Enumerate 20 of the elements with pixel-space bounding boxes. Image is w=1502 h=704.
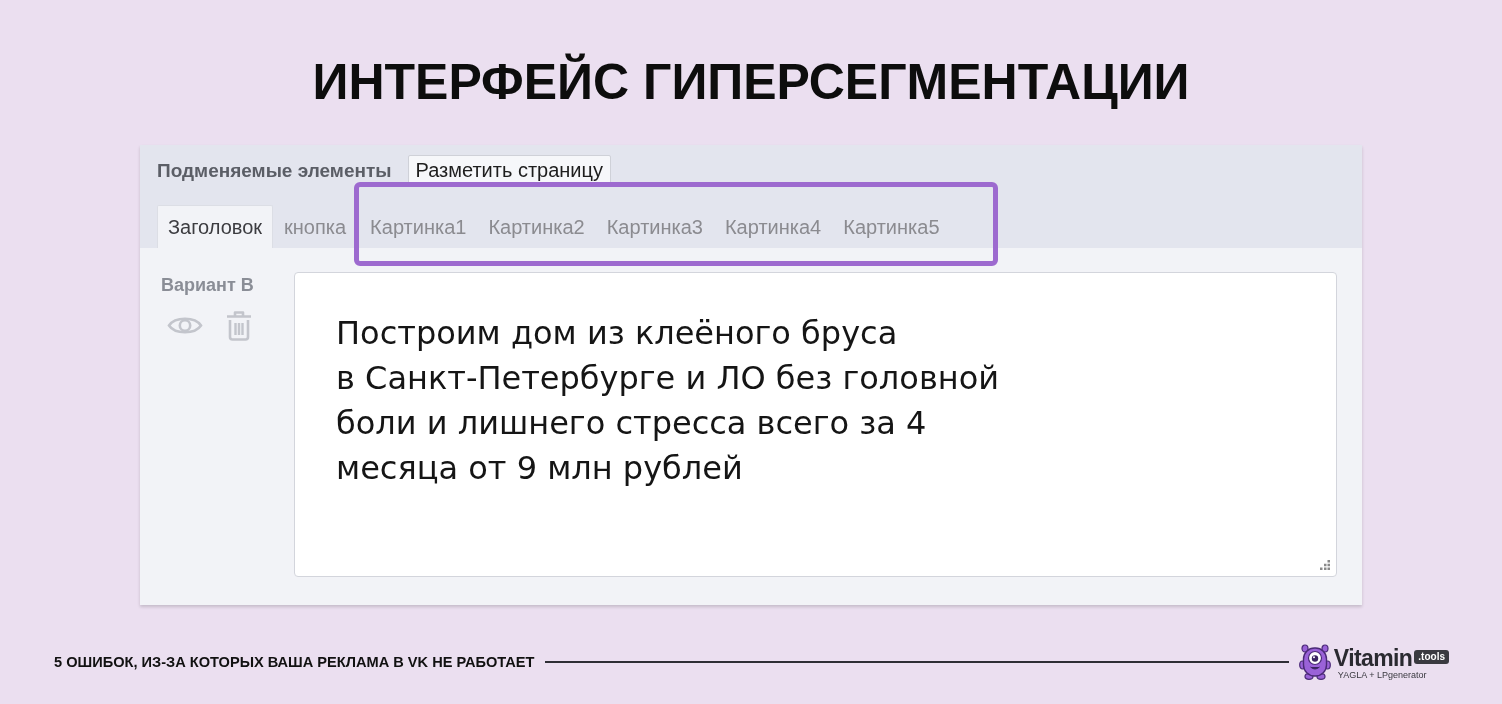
text-area[interactable]: Построим дом из клеёного бруса в Санкт-Петербурге и ЛО без головной боли и лишнего стресса всего за 4 месяца от 9 млн рублей	[294, 272, 1337, 577]
tab[interactable]: Картинка5	[832, 205, 951, 248]
tab[interactable]: Картинка2	[477, 205, 596, 248]
monster-icon	[1298, 644, 1331, 680]
tab[interactable]: Картинка4	[713, 205, 833, 248]
tab[interactable]: Картинка1	[359, 205, 478, 248]
tab[interactable]: Заголовок	[157, 205, 274, 248]
footer-caption: 5 ОШИБОК, ИЗ-ЗА КОТОРЫХ ВАША РЕКЛАМА В VK НЕ РАБОТАЕТ	[54, 654, 535, 670]
eye-icon[interactable]	[167, 314, 203, 337]
variant-label: Вариант B	[161, 275, 254, 295]
logo-tagline: YAGLA + LPgenerator	[1337, 670, 1428, 680]
tab[interactable]: кнопка	[273, 205, 358, 248]
tab[interactable]: Картинка3	[595, 205, 714, 248]
logo-wordmark: Vitamin	[1333, 644, 1413, 671]
slide-title: ИНТЕРФЕЙС ГИПЕРСЕГМЕНТАЦИИ	[312, 54, 1190, 110]
resize-grip-icon[interactable]	[1320, 560, 1330, 570]
trash-icon[interactable]	[225, 310, 253, 341]
logo-badge: .tools	[1414, 649, 1449, 664]
section-label: Подменяемые элементы	[157, 160, 392, 180]
markup-page-button[interactable]: Разметить страницу	[407, 155, 611, 185]
